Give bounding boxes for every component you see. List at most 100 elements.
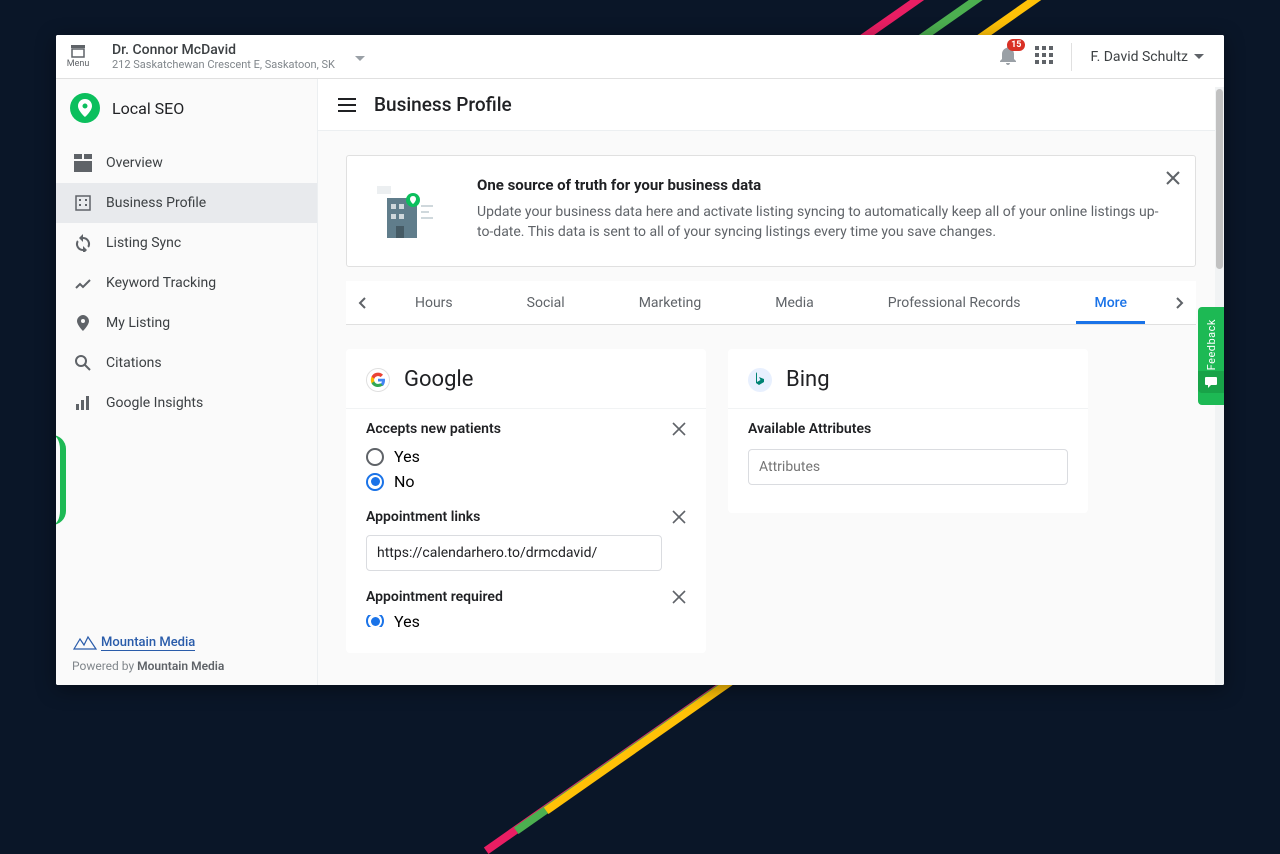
nav-citations[interactable]: Citations: [56, 343, 317, 383]
card-title: Bing: [786, 367, 830, 392]
radio-option-yes[interactable]: Yes: [366, 447, 686, 466]
topbar: Menu Dr. Connor McDavid 212 Saskatchewan…: [56, 35, 1224, 79]
nav-label: Listing Sync: [106, 235, 181, 251]
tabs-next-button[interactable]: [1164, 297, 1196, 309]
content-area: One source of truth for your business da…: [318, 131, 1224, 685]
nav-label: Citations: [106, 355, 162, 371]
chevron-down-icon: [1194, 54, 1204, 60]
radio-option-yes[interactable]: Yes: [366, 615, 686, 627]
attributes-input[interactable]: [748, 449, 1068, 485]
radio-icon: [366, 448, 384, 466]
feedback-chat-icon: [1198, 371, 1224, 393]
brand-pin-icon: [70, 93, 100, 123]
field-label: Available Attributes: [748, 421, 1068, 437]
nav-label: Business Profile: [106, 195, 206, 211]
nav-my-listing[interactable]: My Listing: [56, 303, 317, 343]
business-selector[interactable]: Dr. Connor McDavid 212 Saskatchewan Cres…: [100, 42, 335, 71]
radio-icon: [366, 473, 384, 491]
appointment-link-input[interactable]: [366, 535, 662, 571]
tab-professional-records[interactable]: Professional Records: [870, 283, 1039, 323]
chevron-left-icon: [358, 297, 366, 309]
main-menu-button[interactable]: Menu: [56, 44, 100, 69]
sidebar: Local SEO Overview Business Profile List…: [56, 79, 318, 685]
sidebar-footer: Mountain Media Powered by Mountain Media: [56, 617, 317, 685]
field-label: Accepts new patients: [366, 421, 686, 437]
close-icon: [672, 422, 686, 436]
user-menu[interactable]: F. David Schultz: [1090, 49, 1204, 65]
page-title: Business Profile: [374, 93, 512, 116]
dashboard-icon: [74, 154, 92, 172]
field-label: Appointment required: [366, 589, 686, 605]
user-name: F. David Schultz: [1090, 49, 1188, 65]
tab-marketing[interactable]: Marketing: [621, 283, 720, 323]
nav-keyword-tracking[interactable]: Keyword Tracking: [56, 263, 317, 303]
trend-icon: [74, 274, 92, 292]
appointment-required-field: Appointment required Yes: [366, 589, 686, 627]
scrollbar-thumb[interactable]: [1216, 89, 1223, 269]
notification-badge: 15: [1007, 39, 1025, 51]
remove-field-button[interactable]: [672, 421, 686, 440]
apps-grid-button[interactable]: [1035, 46, 1053, 68]
main-header: Business Profile: [318, 79, 1224, 131]
hamburger-icon[interactable]: [338, 98, 356, 112]
apps-grid-icon: [1035, 46, 1053, 64]
tab-media[interactable]: Media: [757, 283, 832, 323]
nav-listing-sync[interactable]: Listing Sync: [56, 223, 317, 263]
nav: Overview Business Profile Listing Sync K…: [56, 137, 317, 423]
nav-google-insights[interactable]: Google Insights: [56, 383, 317, 423]
cards-row: Google Accepts new patients Yes: [346, 349, 1196, 653]
feedback-label: Feedback: [1205, 319, 1218, 370]
app-window: Menu Dr. Connor McDavid 212 Saskatchewan…: [56, 35, 1224, 685]
nav-business-profile[interactable]: Business Profile: [56, 183, 317, 223]
nav-label: Overview: [106, 155, 163, 171]
radio-label: Yes: [394, 447, 420, 466]
appointment-links-field: Appointment links: [366, 509, 686, 571]
notifications-button[interactable]: 15: [999, 45, 1017, 69]
tabs-prev-button[interactable]: [346, 297, 378, 309]
storefront-icon: [69, 44, 87, 58]
tab-social[interactable]: Social: [509, 283, 583, 323]
feedback-tab[interactable]: Feedback: [1198, 307, 1224, 405]
building-icon: [74, 194, 92, 212]
nav-label: Google Insights: [106, 395, 203, 411]
business-address: 212 Saskatchewan Crescent E, Saskatoon, …: [112, 58, 335, 71]
mountain-icon: [72, 633, 98, 651]
business-name: Dr. Connor McDavid: [112, 42, 335, 58]
banner-desc: Update your business data here and activ…: [477, 202, 1173, 243]
tab-hours[interactable]: Hours: [397, 283, 471, 323]
close-icon: [672, 510, 686, 524]
remove-field-button[interactable]: [672, 589, 686, 608]
footer-logo: Mountain Media: [72, 633, 301, 651]
banner-close-button[interactable]: [1165, 170, 1181, 190]
google-logo-icon: [366, 368, 390, 392]
main: Business Profile: [318, 79, 1224, 685]
accepts-new-patients-field: Accepts new patients Yes: [366, 421, 686, 491]
remove-field-button[interactable]: [672, 509, 686, 528]
info-banner: One source of truth for your business da…: [346, 155, 1196, 267]
radio-icon: [366, 615, 384, 627]
close-icon: [1165, 170, 1181, 186]
sync-icon: [74, 234, 92, 252]
business-dropdown-caret[interactable]: [355, 47, 365, 66]
radio-label: Yes: [394, 615, 420, 627]
nav-overview[interactable]: Overview: [56, 143, 317, 183]
nav-label: Keyword Tracking: [106, 275, 216, 291]
tab-more[interactable]: More: [1076, 283, 1145, 323]
card-title: Google: [404, 367, 473, 392]
field-label: Appointment links: [366, 509, 686, 525]
close-icon: [672, 590, 686, 604]
nav-label: My Listing: [106, 315, 170, 331]
powered-by: Powered by Mountain Media: [72, 659, 301, 673]
search-icon: [74, 354, 92, 372]
brand-row: Local SEO: [56, 79, 317, 137]
building-sync-illustration: [369, 176, 449, 246]
google-card: Google Accepts new patients Yes: [346, 349, 706, 653]
chart-icon: [74, 394, 92, 412]
divider: [1071, 43, 1072, 71]
chevron-right-icon: [1176, 297, 1184, 309]
chevron-down-icon: [355, 56, 365, 62]
banner-art: [369, 176, 449, 246]
pin-icon: [74, 314, 92, 332]
radio-option-no[interactable]: No: [366, 472, 686, 491]
banner-title: One source of truth for your business da…: [477, 176, 1173, 194]
